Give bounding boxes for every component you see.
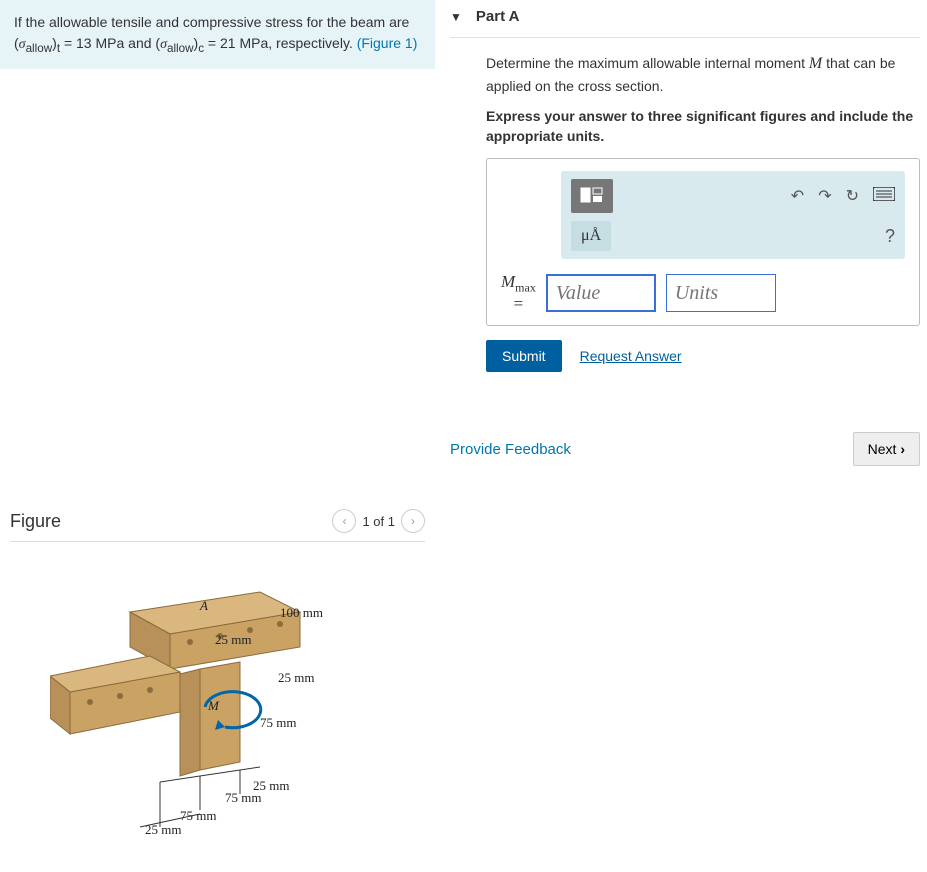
- help-icon[interactable]: ?: [885, 226, 895, 247]
- label-A: A: [199, 598, 208, 613]
- part-description: Determine the maximum allowable internal…: [486, 52, 920, 97]
- var-M: M: [809, 55, 822, 72]
- figure-link[interactable]: (Figure 1): [357, 35, 418, 51]
- request-answer-link[interactable]: Request Answer: [580, 348, 682, 364]
- figure-image: A M 100 mm 25 mm 25 mm 75 mm 25 mm 75 mm…: [10, 572, 350, 872]
- sub-allow2: allow: [167, 42, 194, 55]
- redo-icon[interactable]: ↷: [818, 186, 831, 206]
- template-tool-button[interactable]: [571, 179, 613, 213]
- part-header[interactable]: ▼ Part A: [450, 0, 920, 38]
- answer-toolbar: ↶ ↷ ↻ μÅ ?: [561, 171, 905, 259]
- provide-feedback-link[interactable]: Provide Feedback: [450, 441, 571, 458]
- submit-button[interactable]: Submit: [486, 340, 562, 372]
- units-symbol-button[interactable]: μÅ: [571, 221, 611, 251]
- dim-75c: 75 mm: [180, 808, 216, 823]
- label-M: M: [207, 698, 220, 713]
- part-title: Part A: [476, 8, 520, 25]
- eq2: = 21 MPa, respectively.: [204, 35, 357, 51]
- dim-75b: 75 mm: [225, 790, 261, 805]
- figure-next-button[interactable]: ›: [401, 509, 425, 533]
- sigma-symbol: σ: [19, 37, 26, 52]
- sigma-symbol2: σ: [160, 37, 167, 52]
- dim-25a: 25 mm: [215, 632, 251, 647]
- sub-allow: allow: [26, 42, 53, 55]
- dim-100: 100 mm: [280, 605, 323, 620]
- eq1: = 13 MPa and (: [60, 35, 160, 51]
- reset-icon[interactable]: ↻: [846, 186, 859, 206]
- answer-box: ↶ ↷ ↻ μÅ ? Mmax =: [486, 158, 920, 326]
- figure-pager: ‹ 1 of 1 ›: [332, 509, 425, 533]
- units-input[interactable]: [666, 274, 776, 312]
- undo-icon[interactable]: ↶: [791, 186, 804, 206]
- figure-title: Figure: [10, 511, 61, 532]
- next-button[interactable]: Next ›: [853, 432, 920, 466]
- value-input[interactable]: [546, 274, 656, 312]
- dim-75a: 75 mm: [260, 715, 296, 730]
- answer-variable: Mmax =: [501, 273, 536, 313]
- dim-25b: 25 mm: [278, 670, 314, 685]
- figure-prev-button[interactable]: ‹: [332, 509, 356, 533]
- pager-text: 1 of 1: [362, 514, 395, 529]
- problem-statement: If the allowable tensile and compressive…: [0, 0, 435, 69]
- part-instruction: Express your answer to three significant…: [486, 107, 920, 146]
- keyboard-icon[interactable]: [873, 187, 895, 206]
- collapse-icon: ▼: [450, 10, 462, 24]
